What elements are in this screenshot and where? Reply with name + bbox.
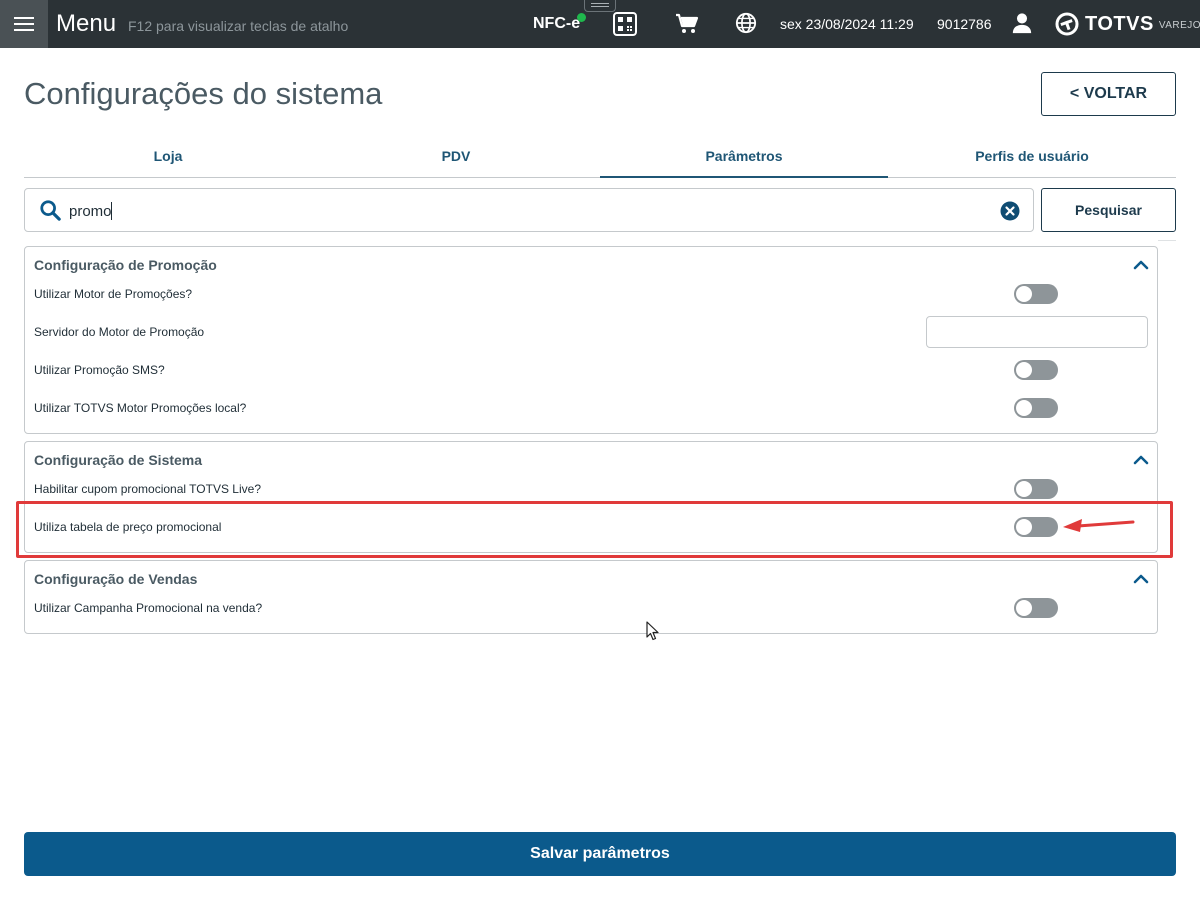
brand-logo: TOTVS VAREJO: [1055, 11, 1200, 37]
hamburger-menu-button[interactable]: [0, 0, 48, 48]
setting-label: Utiliza tabela de preço promocional: [34, 520, 222, 534]
servidor-motor-promocao-input[interactable]: [926, 316, 1148, 348]
connection-status-dot: [577, 13, 586, 22]
search-button[interactable]: Pesquisar: [1041, 188, 1176, 232]
toggle-tabela-preco-promocional[interactable]: [1014, 517, 1058, 537]
section-configuracao-vendas: Configuração de Vendas Utilizar Campanha…: [24, 560, 1158, 634]
setting-label: Utilizar TOTVS Motor Promoções local?: [34, 401, 247, 415]
brand-name: TOTVS: [1085, 12, 1154, 35]
setting-label: Utilizar Promoção SMS?: [34, 363, 165, 377]
toggle-cupom-promocional-totvs-live[interactable]: [1014, 479, 1058, 499]
user-icon[interactable]: [1011, 12, 1033, 34]
user-id: 9012786: [937, 16, 992, 32]
divider: [1158, 240, 1176, 241]
hamburger-menu-icon: [14, 17, 34, 31]
search-box: [24, 188, 1034, 232]
globe-icon[interactable]: [735, 12, 757, 34]
setting-label: Servidor do Motor de Promoção: [34, 325, 205, 339]
search-input[interactable]: [69, 199, 969, 223]
tab-bar: Loja PDV Parâmetros Perfis de usuário: [24, 137, 1176, 178]
totvs-logo-icon: [1055, 12, 1079, 36]
mouse-cursor-icon: [646, 621, 659, 641]
toggle-utilizar-promocao-sms[interactable]: [1014, 360, 1058, 380]
tab-parametros[interactable]: Parâmetros: [600, 137, 888, 178]
shortcut-hint: F12 para visualizar teclas de atalho: [128, 18, 349, 34]
section-title: Configuração de Promoção: [34, 257, 217, 273]
save-parameters-button[interactable]: Salvar parâmetros: [24, 832, 1176, 876]
tab-loja[interactable]: Loja: [24, 137, 312, 177]
setting-label: Utilizar Motor de Promoções?: [34, 287, 193, 301]
drag-handle[interactable]: [584, 0, 616, 12]
clear-search-icon[interactable]: [1000, 201, 1020, 221]
section-configuracao-sistema: Configuração de Sistema Habilitar cupom …: [24, 441, 1158, 553]
page-title: Configurações do sistema: [24, 76, 383, 111]
datetime-display: sex 23/08/2024 11:29: [780, 16, 914, 32]
search-icon: [40, 200, 61, 221]
setting-label: Utilizar Campanha Promocional na venda?: [34, 601, 263, 615]
toggle-campanha-promocional-venda[interactable]: [1014, 598, 1058, 618]
toggle-totvs-motor-promocoes-local[interactable]: [1014, 398, 1058, 418]
toggle-utilizar-motor-promocoes[interactable]: [1014, 284, 1058, 304]
section-title: Configuração de Sistema: [34, 452, 203, 468]
chevron-up-icon[interactable]: [1133, 257, 1149, 273]
back-button[interactable]: < VOLTAR: [1041, 72, 1176, 116]
chevron-up-icon[interactable]: [1133, 452, 1149, 468]
setting-label: Habilitar cupom promocional TOTVS Live?: [34, 482, 261, 496]
brand-subtitle: VAREJO: [1158, 20, 1200, 31]
text-caret: [111, 202, 112, 220]
tab-pdv[interactable]: PDV: [312, 137, 600, 177]
qr-code-icon[interactable]: [613, 12, 637, 36]
section-configuracao-promocao: Configuração de Promoção Utilizar Motor …: [24, 246, 1158, 434]
top-bar: Menu F12 para visualizar teclas de atalh…: [0, 0, 1200, 48]
tab-perfis-de-usuario[interactable]: Perfis de usuário: [888, 137, 1176, 177]
chevron-up-icon[interactable]: [1133, 571, 1149, 587]
document-type-label[interactable]: NFC-e: [533, 15, 580, 33]
section-title: Configuração de Vendas: [34, 571, 198, 587]
cart-icon[interactable]: [675, 12, 699, 36]
menu-title[interactable]: Menu: [56, 10, 116, 38]
